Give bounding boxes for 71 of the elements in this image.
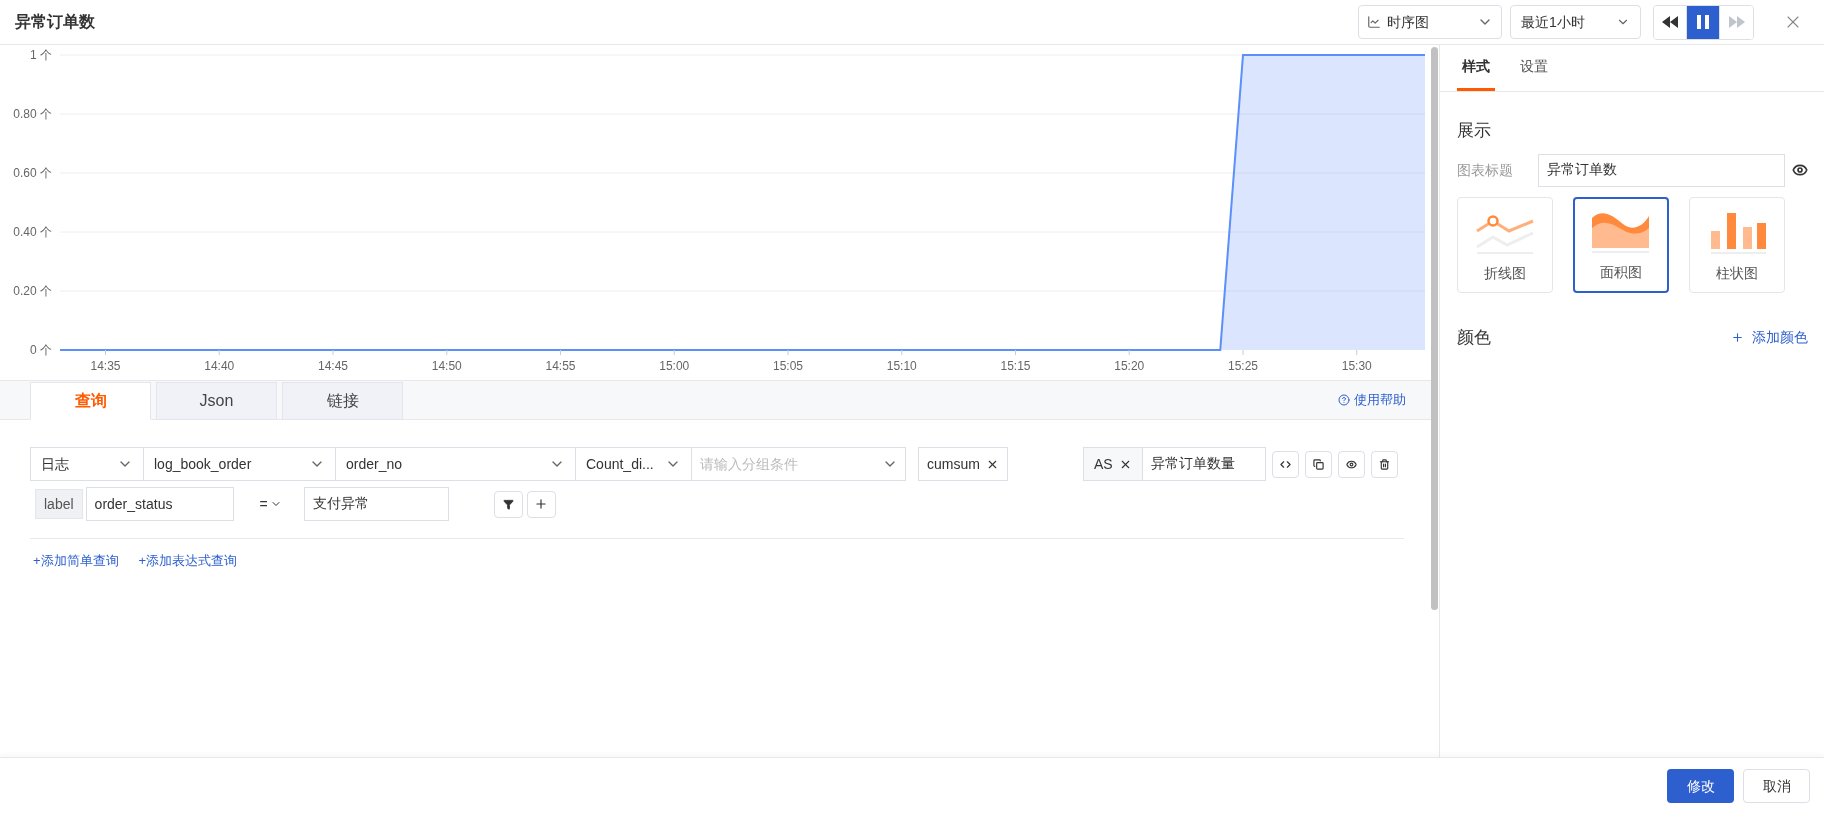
trash-icon (1378, 458, 1390, 470)
chart-title-field[interactable]: 异常订单数 (1538, 153, 1785, 187)
code-icon (1279, 458, 1291, 470)
filter-button[interactable] (493, 490, 523, 518)
logstore-select[interactable]: log_book_order (143, 447, 336, 481)
chart-type-card[interactable]: 折线图 (1457, 196, 1553, 293)
x-axis-label: 14:50 (431, 359, 462, 373)
x-axis-label: 15:25 (1228, 359, 1258, 373)
function-select[interactable]: Count_di... (575, 447, 692, 481)
y-axis-label: 0.40 个 (13, 225, 52, 239)
plus-icon (534, 497, 549, 511)
add-query-link[interactable]: +添加表达式查询 (138, 551, 238, 571)
operator-select[interactable]: = (259, 493, 282, 515)
x-axis-label: 15:05 (773, 359, 803, 373)
alias-tag: AS (1082, 447, 1143, 481)
filter-icon (502, 498, 514, 510)
y-axis-label: 0.20 个 (13, 284, 52, 298)
rewind-button[interactable] (1654, 5, 1687, 39)
function-tag: cumsum (918, 447, 1008, 481)
eye-button[interactable] (1337, 450, 1365, 478)
x-axis-label: 14:35 (90, 359, 121, 373)
field-select[interactable]: order_no (335, 447, 576, 481)
y-axis-label: 1 个 (30, 48, 52, 62)
section-heading: 颜色 (1457, 326, 1491, 349)
y-axis-label: 0.60 个 (13, 166, 52, 180)
fast-forward-icon (1728, 16, 1745, 28)
dialog-title: 异常订单数 (15, 12, 95, 32)
plus-icon (1731, 330, 1744, 344)
chart-type-select[interactable]: 时序图 (1358, 5, 1502, 39)
x-axis-label: 14:55 (545, 359, 576, 373)
add-color-link[interactable]: 添加颜色 (1731, 326, 1808, 348)
pause-icon (1697, 15, 1709, 29)
chart-type-card[interactable]: 柱状图 (1689, 196, 1785, 293)
submit-button[interactable]: 修改 (1667, 769, 1734, 803)
rewind-icon (1662, 16, 1678, 28)
group-field[interactable]: 请输入分组条件 (691, 447, 906, 481)
filter-key-field[interactable]: order_status (85, 487, 234, 521)
copy-button[interactable] (1304, 450, 1332, 478)
time-range-select[interactable]: 最近1小时 (1510, 5, 1641, 39)
query-tab[interactable]: Json (156, 382, 277, 420)
cancel-button[interactable]: 取消 (1743, 769, 1810, 803)
label-tag: label (35, 489, 83, 519)
section-heading: 展示 (1457, 120, 1492, 142)
eye-icon[interactable] (1792, 162, 1808, 178)
delete-button[interactable] (1370, 450, 1398, 478)
panel-tab[interactable]: 样式 (1457, 44, 1495, 91)
x-axis-label: 15:10 (886, 359, 917, 373)
source-select[interactable]: 日志 (30, 447, 144, 481)
y-axis-label: 0 个 (30, 343, 52, 357)
add-query-link[interactable]: +添加简单查询 (33, 551, 119, 571)
query-tab[interactable]: 链接 (282, 382, 403, 420)
help-link[interactable]: 使用帮助 (1338, 390, 1406, 410)
x-axis-label: 15:20 (1114, 359, 1145, 373)
help-icon (1338, 394, 1350, 406)
eye-icon (1345, 458, 1357, 470)
x-axis-label: 15:15 (1000, 359, 1031, 373)
x-axis-label: 14:40 (204, 359, 235, 373)
filter-value-field[interactable]: 支付异常 (303, 487, 449, 521)
chart-type-card[interactable]: 面积图 (1573, 196, 1669, 293)
line-chart-icon (1367, 15, 1381, 29)
pause-button[interactable] (1687, 5, 1720, 39)
field-label: 图表标题 (1457, 160, 1514, 180)
x-axis-label: 15:00 (659, 359, 690, 373)
alias-field[interactable]: 异常订单数量 (1141, 447, 1266, 481)
x-axis-label: 14:45 (318, 359, 348, 373)
y-axis-label: 0.80 个 (13, 107, 52, 121)
code-button[interactable] (1271, 450, 1299, 478)
x-axis-label: 15:30 (1341, 359, 1372, 373)
scrollbar-thumb[interactable] (1431, 47, 1438, 610)
panel-tab[interactable]: 设置 (1515, 44, 1553, 91)
copy-icon (1312, 458, 1324, 470)
